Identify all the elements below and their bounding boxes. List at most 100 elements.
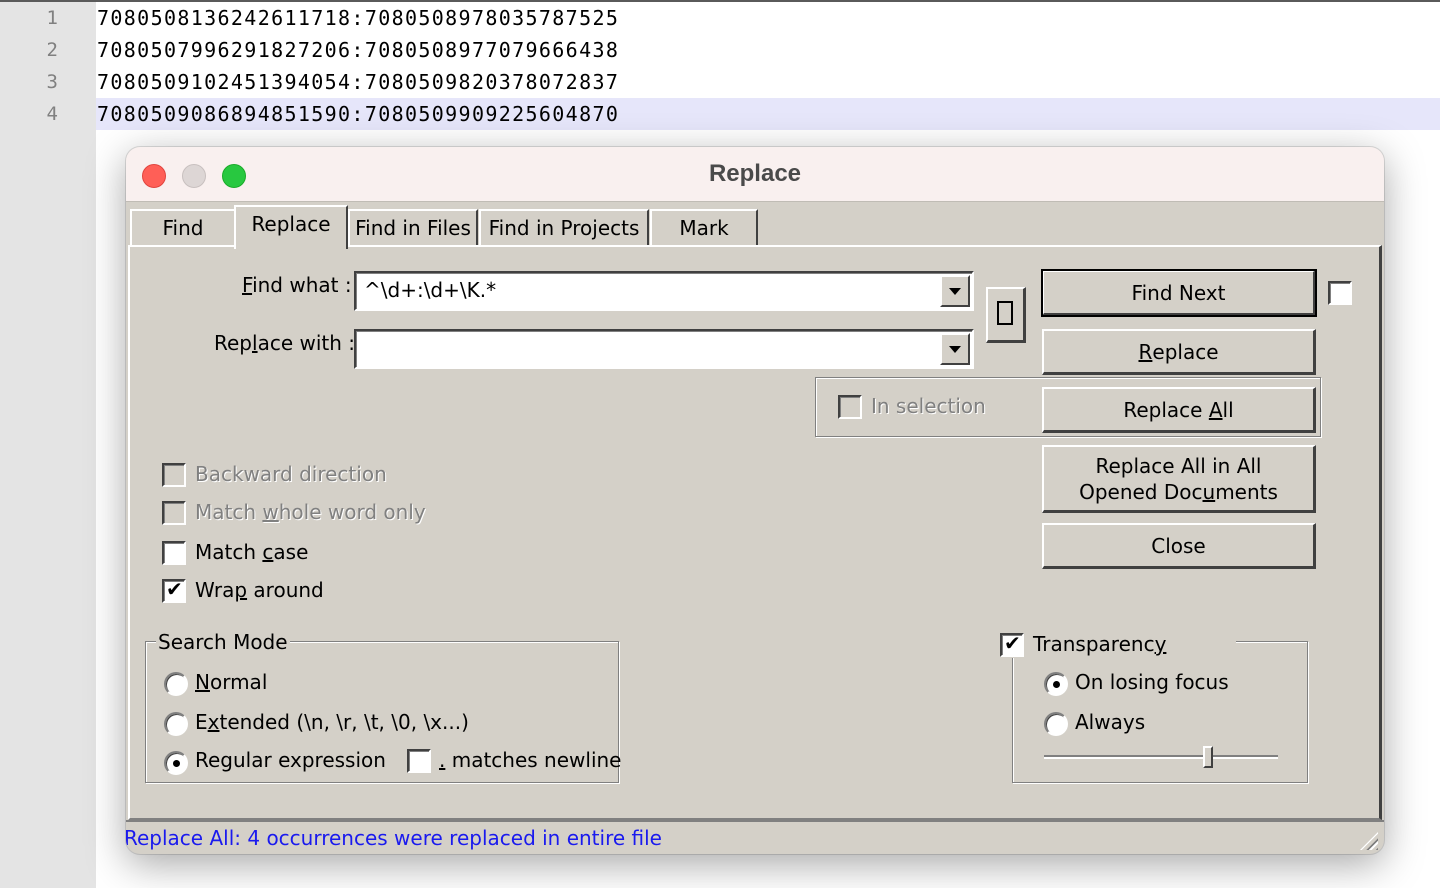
regex-radio[interactable]: [164, 751, 188, 775]
line-text[interactable]: 7080507996291827206:7080508977079666438: [97, 34, 619, 66]
find-what-value: ^\d+:\d+\K.*: [364, 278, 497, 302]
always-radio[interactable]: [1044, 712, 1068, 736]
replace-all-docs-line1: Replace All in All: [1095, 453, 1262, 478]
swap-rect-icon: [997, 301, 1013, 325]
extended-label: Extended (\n, \r, \t, \0, \x...): [195, 710, 469, 734]
match-whole-word-label: Match whole word only: [195, 500, 426, 524]
normal-accel: N: [195, 670, 210, 694]
regex-label: Regular expression: [195, 748, 386, 772]
swap-find-replace-button[interactable]: [986, 287, 1026, 343]
line-number-gutter: [0, 2, 96, 888]
dialog-titlebar[interactable]: Replace: [126, 147, 1384, 202]
mc-post: ase: [273, 540, 309, 564]
replace-all-button[interactable]: Replace All: [1042, 387, 1316, 433]
tab-replace[interactable]: Replace: [234, 205, 348, 249]
find-what-dropdown-button[interactable]: [940, 275, 970, 307]
normal-radio[interactable]: [164, 672, 188, 696]
wa-pre: Wra: [195, 578, 235, 602]
match-case-checkbox[interactable]: [162, 541, 186, 565]
in-selection-label: In selection: [871, 394, 986, 418]
line-text[interactable]: 7080509102451394054:7080509820378072837: [97, 66, 619, 98]
find-what-input[interactable]: ^\d+:\d+\K.*: [354, 271, 974, 311]
line-text[interactable]: 7080509086894851590:7080509909225604870: [97, 98, 619, 130]
close-button[interactable]: Close: [1042, 523, 1316, 569]
line2-post: ments: [1215, 479, 1278, 504]
backward-direction-label: Backward direction: [195, 462, 387, 486]
tr-accel: y: [1154, 632, 1167, 656]
extended-radio[interactable]: [164, 712, 188, 736]
line2-pre: Opened Doc: [1079, 479, 1203, 504]
transparency-slider-thumb[interactable]: [1203, 746, 1214, 768]
normal-post: ormal: [209, 670, 268, 694]
radio-dot-icon: [1053, 681, 1060, 688]
search-mode-legend: Search Mode: [156, 630, 290, 654]
dot-matches-newline-label: . matches newline: [439, 748, 621, 772]
tab-find-in-projects[interactable]: Find in Projects: [479, 209, 649, 247]
line-number: 1: [46, 7, 58, 29]
transparency-slider-track[interactable]: [1044, 755, 1278, 759]
resize-grip-icon[interactable]: [1360, 832, 1378, 850]
transparency-label: Transparency: [1033, 632, 1166, 656]
replace-all-btn-post: ll: [1222, 397, 1234, 422]
wa-post: around: [247, 578, 324, 602]
on-losing-focus-label: On losing focus: [1075, 670, 1229, 694]
dmn-post: matches newline: [445, 748, 622, 772]
normal-label: Normal: [195, 670, 267, 694]
line-number: 3: [46, 71, 58, 93]
replace-dialog: Replace Find Replace Find in Files Find …: [126, 147, 1384, 854]
mc-pre: Match: [195, 540, 263, 564]
wrap-around-label: Wrap around: [195, 578, 324, 602]
line2-accel: u: [1202, 479, 1216, 504]
ext-accel: x: [207, 710, 220, 734]
checkmark-icon: ✔: [166, 577, 183, 601]
replace-with-label-post: ace with :: [257, 331, 356, 355]
radio-dot-icon: [173, 760, 180, 767]
transparency-checkbox[interactable]: ✔: [1000, 631, 1024, 657]
replace-button[interactable]: Replace: [1042, 329, 1316, 375]
replace-btn-post: eplace: [1152, 339, 1219, 364]
tab-find[interactable]: Find: [130, 209, 236, 247]
replace-all-in-all-docs-button[interactable]: Replace All in All Opened Documents: [1042, 445, 1316, 513]
replace-btn-accel: R: [1138, 339, 1153, 364]
always-label: Always: [1075, 710, 1146, 734]
dot-matches-newline-checkbox[interactable]: [407, 749, 431, 773]
mww-post: hole word only: [278, 500, 426, 524]
editor-line[interactable]: 1 7080508136242611718:708050897803578752…: [0, 2, 1440, 34]
mww-accel: w: [262, 500, 279, 524]
editor-line[interactable]: 2 7080507996291827206:708050897707966643…: [0, 34, 1440, 66]
editor-line-current[interactable]: 4 7080509086894851590:708050990922560487…: [0, 98, 1440, 130]
replace-all-btn-pre: Replace: [1123, 397, 1209, 422]
find-what-label: Find what :: [242, 273, 352, 297]
find-what-accel: F: [242, 273, 253, 297]
line-number: 2: [46, 39, 58, 61]
wa-accel: p: [234, 578, 248, 602]
line-number: 4: [0, 98, 96, 130]
match-whole-word-checkbox[interactable]: [162, 501, 186, 525]
mc-accel: c: [262, 540, 274, 564]
tab-mark[interactable]: Mark: [650, 209, 758, 247]
ext-pre: E: [195, 710, 208, 734]
replace-all-docs-line2: Opened Documents: [1079, 479, 1278, 505]
line-text[interactable]: 7080508136242611718:7080508978035787525: [97, 2, 619, 34]
replace-with-input[interactable]: [354, 329, 974, 369]
backward-direction-checkbox[interactable]: [162, 463, 186, 487]
status-bar: Replace All: 4 occurrences were replaced…: [126, 820, 1384, 854]
find-next-button[interactable]: Find Next: [1041, 269, 1317, 317]
status-message: Replace All: 4 occurrences were replaced…: [126, 826, 662, 850]
replace-all-btn-accel: A: [1208, 397, 1223, 422]
top-right-checkbox[interactable]: [1328, 281, 1352, 305]
ext-post: tended (\n, \r, \t, \0, \x...): [219, 710, 469, 734]
wrap-around-checkbox[interactable]: ✔: [162, 577, 186, 603]
tab-find-in-files[interactable]: Find in Files: [348, 209, 478, 247]
match-case-label: Match case: [195, 540, 308, 564]
dialog-title: Replace: [708, 160, 802, 187]
tr-pre: Transparenc: [1033, 632, 1155, 656]
checkmark-icon: ✔: [1004, 631, 1021, 655]
on-losing-focus-radio[interactable]: [1044, 672, 1068, 696]
replace-with-dropdown-button[interactable]: [940, 333, 970, 365]
editor-line[interactable]: 3 7080509102451394054:708050982037807283…: [0, 66, 1440, 98]
find-what-label-text: ind what :: [252, 273, 352, 297]
replace-with-label: Replace with :: [214, 331, 355, 355]
mww-pre: Match: [195, 500, 263, 524]
in-selection-checkbox[interactable]: [838, 395, 862, 419]
